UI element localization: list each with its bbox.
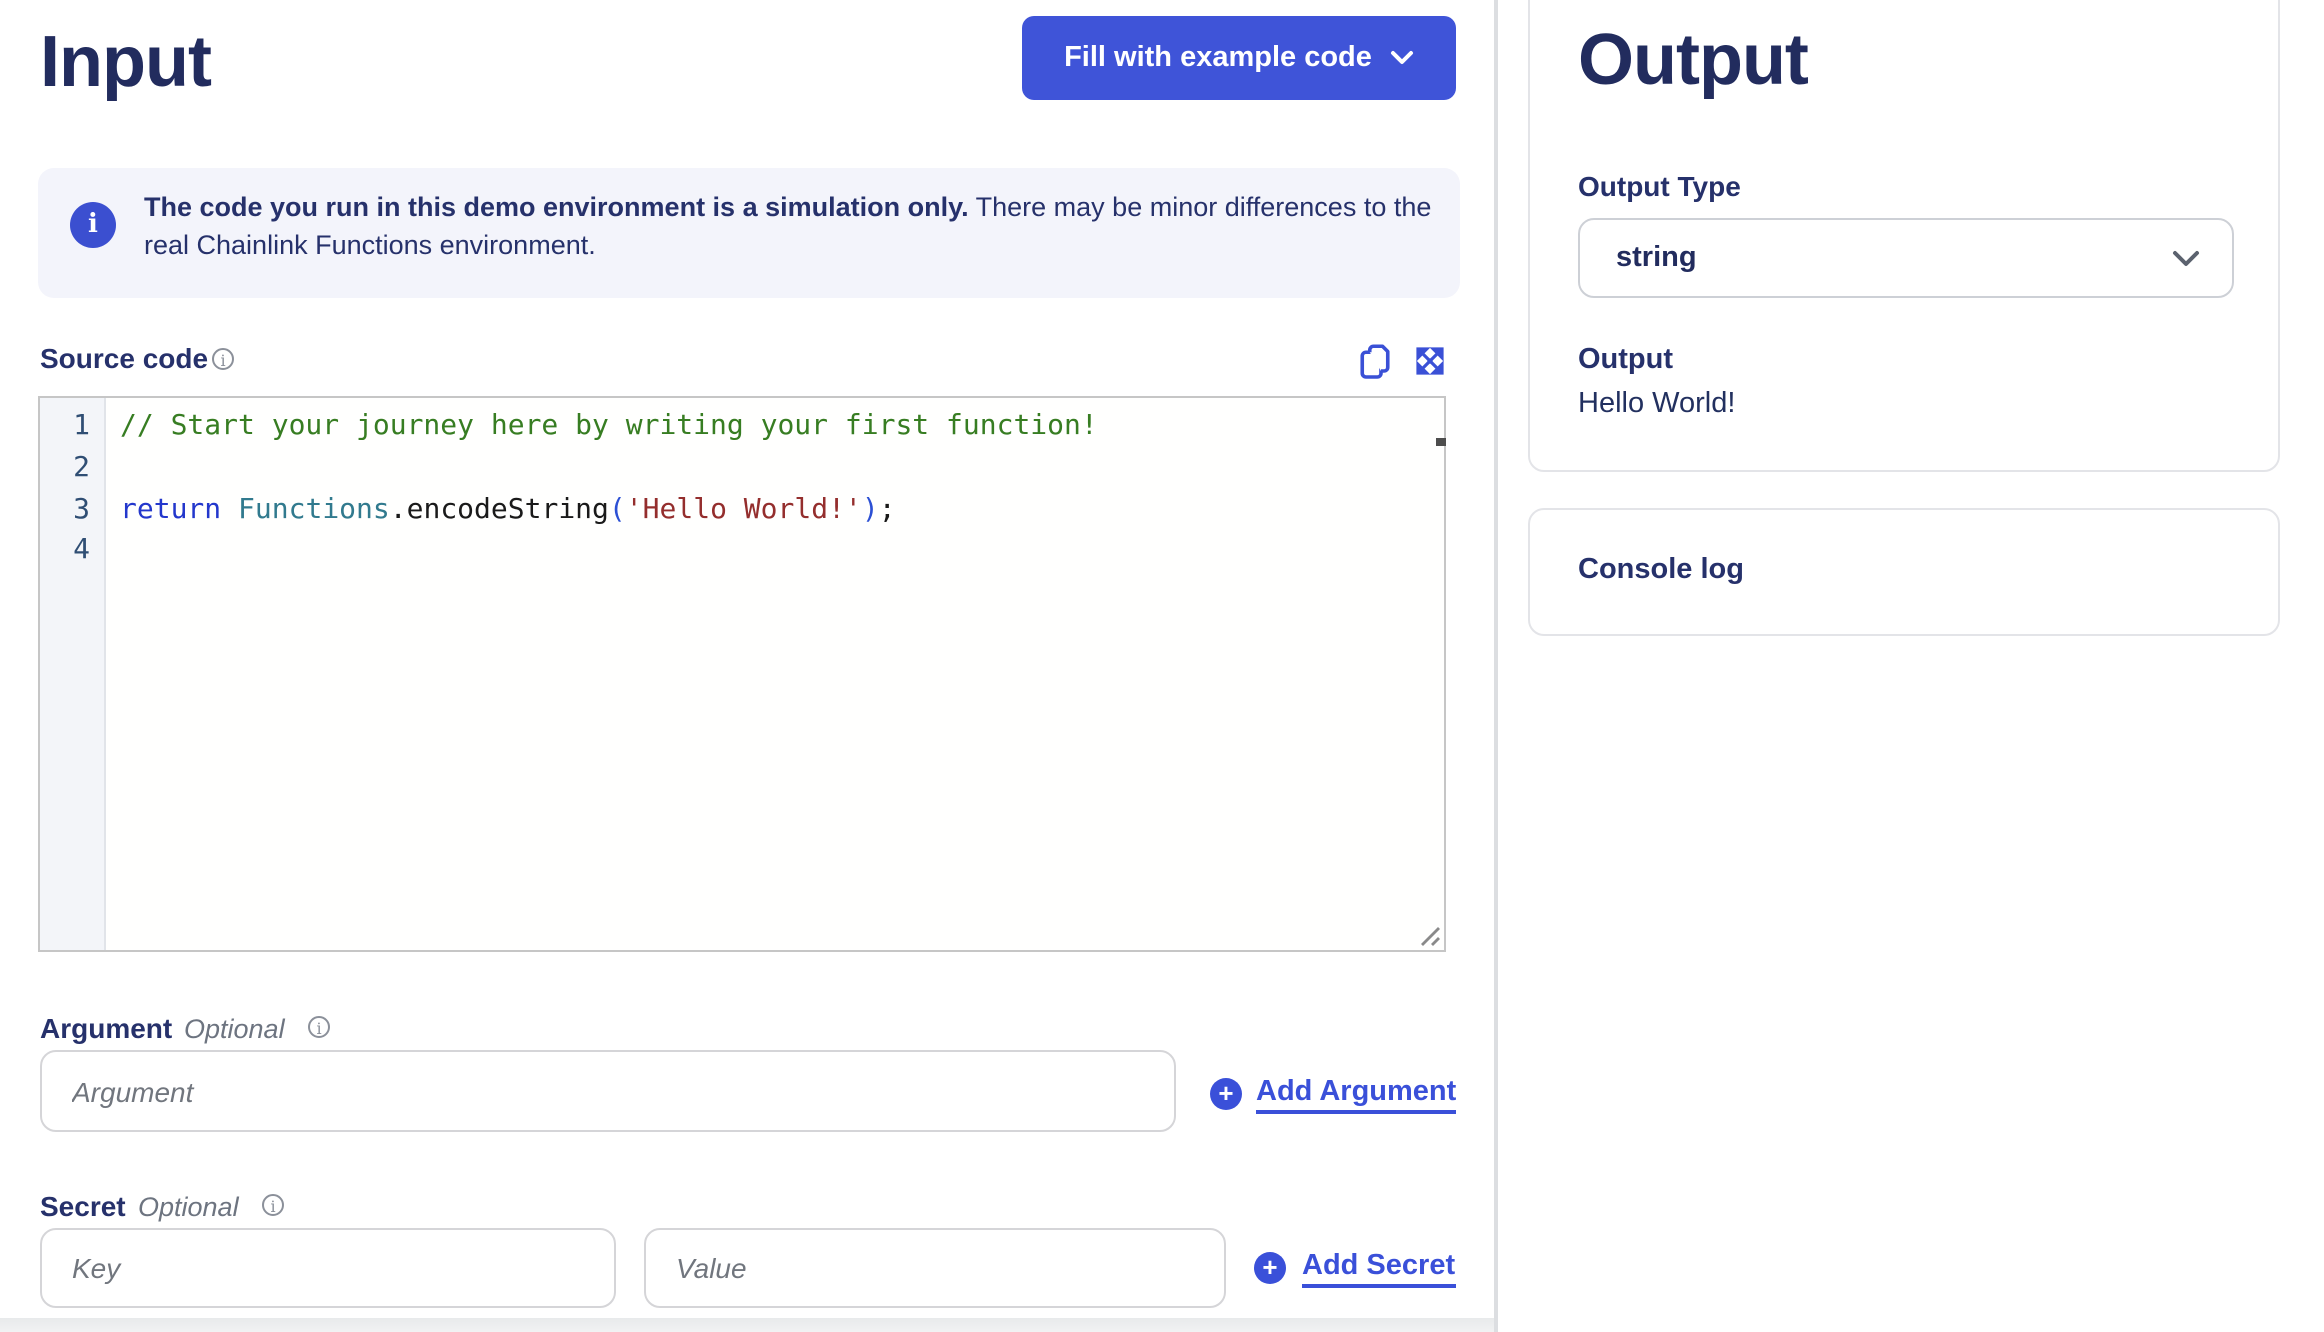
resize-handle[interactable] <box>1416 922 1442 948</box>
code-line: return Functions.encodeString('Hello Wor… <box>120 493 896 525</box>
console-log-label: Console log <box>1578 554 1744 586</box>
line-number: 2 <box>73 451 90 484</box>
output-result-label: Output <box>1578 344 1674 376</box>
plus-circle-icon[interactable]: + <box>1210 1078 1242 1110</box>
fill-with-example-code-button[interactable]: Fill with example code <box>1022 16 1456 100</box>
add-secret-link[interactable]: Add Secret <box>1302 1250 1456 1288</box>
chevron-down-icon <box>1390 51 1413 64</box>
line-number: 4 <box>73 534 90 567</box>
secret-key-input[interactable] <box>40 1228 616 1308</box>
secret-info-icon[interactable]: i <box>262 1194 284 1216</box>
source-code-editor[interactable]: 1 2 3 4 // Start your journey here by writi… <box>38 396 1446 952</box>
source-code-label: Source code <box>40 342 209 374</box>
chevron-down-icon <box>2173 250 2199 265</box>
code-line: // Start your journey here by writing yo… <box>120 410 1098 442</box>
output-type-value: string <box>1616 242 1697 274</box>
secret-value-input[interactable] <box>644 1228 1226 1308</box>
output-type-label: Output Type <box>1578 170 1741 202</box>
input-title: Input <box>40 20 212 102</box>
fill-button-label: Fill with example code <box>1064 42 1372 74</box>
output-result-value: Hello World! <box>1578 388 1736 420</box>
copy-icon[interactable] <box>1360 344 1390 380</box>
secret-label: Secret <box>40 1190 126 1222</box>
argument-input[interactable] <box>40 1050 1176 1132</box>
bottom-edge-band <box>0 1318 1494 1332</box>
banner-text-bold: The code you run in this demo environmen… <box>144 192 969 222</box>
argument-info-icon[interactable]: i <box>308 1016 330 1038</box>
page: Input Fill with example code i The code … <box>0 0 2324 1332</box>
scrollbar-thumb[interactable] <box>1436 438 1446 446</box>
code-content[interactable]: // Start your journey here by writing yo… <box>120 406 1428 572</box>
column-divider <box>1494 0 1498 1332</box>
banner-text: The code you run in this demo environmen… <box>144 188 1434 264</box>
line-numbers: 1 2 3 4 <box>40 398 106 950</box>
plus-circle-icon[interactable]: + <box>1254 1252 1286 1284</box>
argument-label: Argument <box>40 1012 173 1044</box>
secret-optional-label: Optional <box>138 1192 239 1222</box>
argument-optional-label: Optional <box>184 1014 285 1044</box>
info-icon: i <box>70 202 116 248</box>
output-type-select[interactable]: string <box>1578 218 2234 298</box>
source-code-info-icon[interactable]: i <box>212 348 234 370</box>
add-argument-link[interactable]: Add Argument <box>1256 1076 1457 1114</box>
output-title: Output <box>1578 18 1809 100</box>
line-number: 1 <box>73 410 90 442</box>
line-number: 3 <box>73 493 90 525</box>
expand-icon[interactable] <box>1414 344 1446 378</box>
